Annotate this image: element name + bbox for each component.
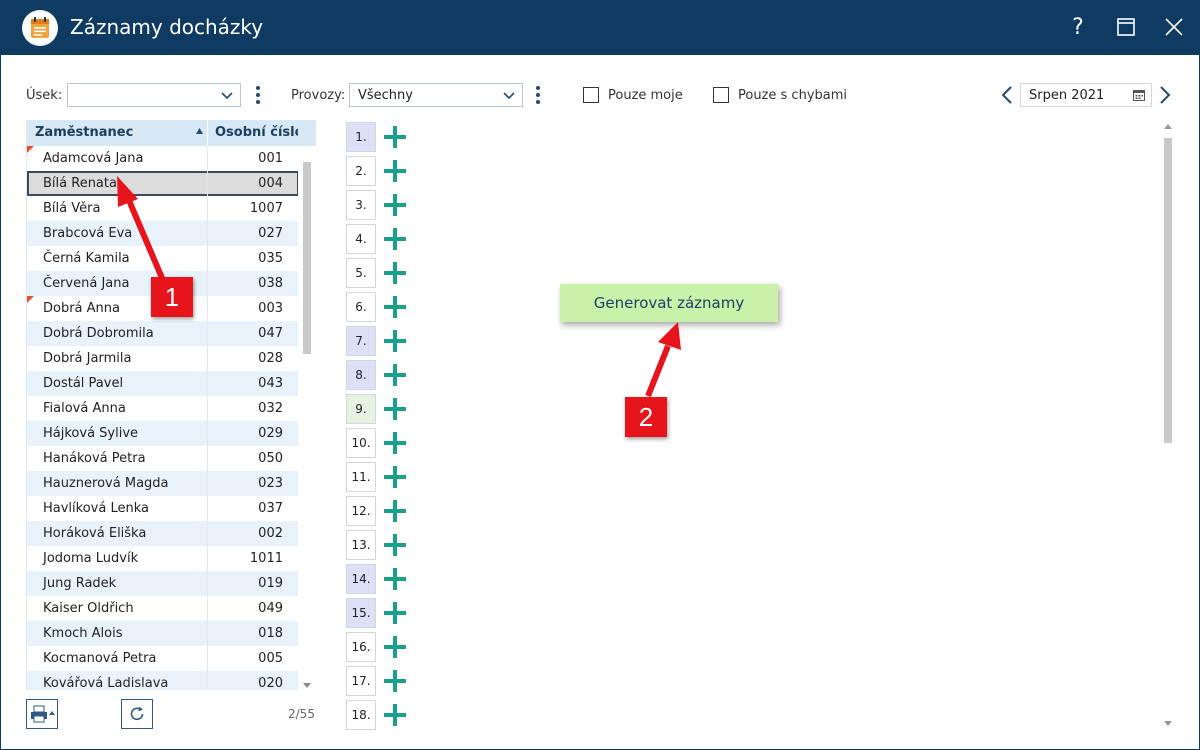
scrollbar-thumb[interactable]	[1164, 138, 1172, 443]
annotation-badge-1: 1	[151, 277, 193, 317]
main-scrollbar[interactable]	[1160, 120, 1176, 730]
annotation-badge-2: 2	[625, 397, 667, 437]
annotation-arrows	[117, 176, 681, 398]
scroll-up-icon[interactable]	[1164, 124, 1172, 129]
scroll-down-icon[interactable]	[1164, 721, 1172, 726]
